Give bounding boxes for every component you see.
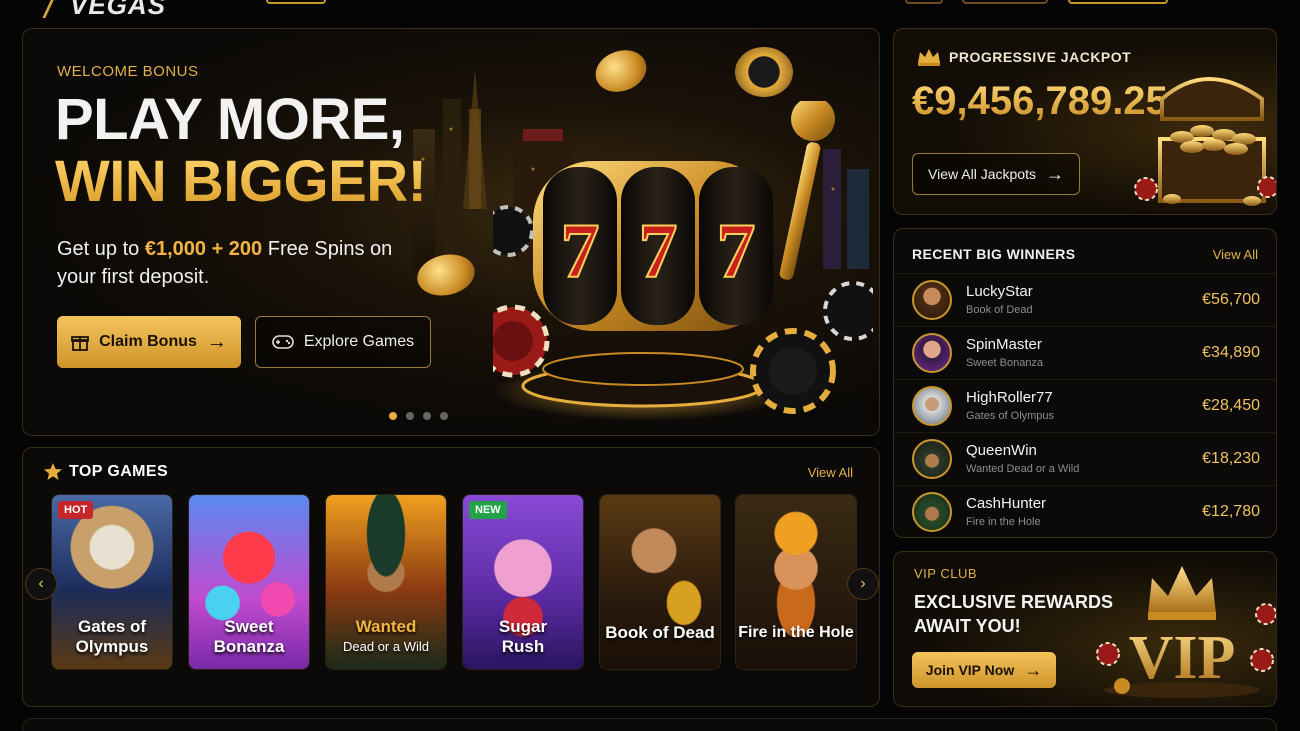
progressive-jackpot-panel: PROGRESSIVE JACKPOT €9,456,789.25 View A… [893, 28, 1277, 215]
game-card[interactable]: Wanted Dead or a Wild [325, 494, 447, 670]
login-button[interactable] [962, 0, 1048, 4]
avatar [912, 333, 952, 373]
winner-row[interactable]: HighRoller77 Gates of Olympus €28,450 [894, 379, 1276, 432]
header-icon-button[interactable] [905, 0, 943, 4]
winner-game: Sweet Bonanza [966, 357, 1044, 369]
game-title: Gates of Olympus [75, 617, 149, 656]
winners-title: RECENT BIG WINNERS [912, 246, 1076, 262]
game-card[interactable]: Sweet Bonanza [188, 494, 310, 670]
game-card[interactable]: HOT Gates of Olympus [51, 494, 173, 670]
crown-icon [918, 49, 940, 66]
carousel-dot[interactable] [423, 412, 431, 420]
hero-banner: 7 7 7 WELCOME BONUS PLAY MORE, WIN BIGGE… [22, 28, 880, 436]
carousel-next-button[interactable]: › [847, 568, 879, 600]
winner-row[interactable]: CashHunter Fire in the Hole €12,780 [894, 485, 1276, 537]
logo-mark-icon [29, 0, 55, 18]
winner-game: Fire in the Hole [966, 516, 1041, 528]
winner-amount: €56,700 [1202, 291, 1260, 308]
hero-subtitle: Get up to €1,000 + 200 Free Spins on you… [57, 238, 393, 288]
signup-button[interactable] [1068, 0, 1168, 4]
new-badge: NEW [469, 501, 507, 519]
carousel-dots [389, 412, 448, 420]
winner-game: Gates of Olympus [966, 410, 1055, 422]
hot-badge: HOT [58, 501, 94, 519]
chevron-right-icon: › [860, 575, 866, 592]
carousel-dot[interactable] [440, 412, 448, 420]
winner-game: Wanted Dead or a Wild [966, 463, 1080, 475]
arrow-right-icon: → [1045, 163, 1064, 184]
vip-kicker: VIP CLUB [914, 566, 978, 581]
game-card[interactable]: Fire in the Hole [735, 494, 857, 670]
reel-symbol-2: 7 [639, 207, 678, 294]
gift-icon [71, 336, 89, 351]
arrow-right-icon: → [1024, 659, 1043, 680]
winner-name: LuckyStar [966, 283, 1033, 300]
winners-list: LuckyStar Book of Dead €56,700 SpinMaste… [894, 273, 1276, 537]
join-vip-button[interactable]: Join VIP Now → [912, 652, 1056, 688]
winner-game: Book of Dead [966, 304, 1033, 316]
star-icon [44, 463, 62, 480]
winner-name: CashHunter [966, 495, 1047, 512]
carousel-dot[interactable] [389, 412, 397, 420]
winner-row[interactable]: SpinMaster Sweet Bonanza €34,890 [894, 326, 1276, 379]
jackpot-title: PROGRESSIVE JACKPOT [949, 49, 1132, 65]
game-title: Sugar Rush [498, 617, 548, 656]
game-card[interactable]: NEW Sugar Rush [462, 494, 584, 670]
game-title: Wanted Dead or a Wild [343, 617, 429, 654]
avatar [912, 280, 952, 320]
game-title: Sweet Bonanza [213, 617, 285, 656]
hero-headline-2: WIN BIGGER! [55, 149, 427, 214]
winner-row[interactable]: LuckyStar Book of Dead €56,700 [894, 273, 1276, 326]
top-games-panel: TOP GAMES View All HOT Gates of Olympus … [22, 447, 880, 707]
game-title: Fire in the Hole [738, 624, 854, 641]
avatar [912, 386, 952, 426]
hero-headline-1: PLAY MORE, [55, 87, 405, 152]
coin-icon [735, 47, 793, 97]
winner-amount: €18,230 [1202, 450, 1260, 467]
claim-bonus-button[interactable]: Claim Bonus → [57, 316, 241, 368]
winner-name: HighRoller77 [966, 389, 1053, 406]
winners-view-all-link[interactable]: View All [1213, 247, 1258, 262]
winner-amount: €34,890 [1202, 344, 1260, 361]
carousel-dot[interactable] [406, 412, 414, 420]
arrow-right-icon: → [206, 330, 227, 353]
games-view-all-link[interactable]: View All [808, 465, 853, 480]
winner-name: SpinMaster [966, 336, 1042, 353]
top-header: VEGAS [0, 0, 1300, 22]
recent-winners-panel: RECENT BIG WINNERS View All LuckyStar Bo… [893, 228, 1277, 538]
hero-kicker: WELCOME BONUS [57, 63, 199, 80]
winner-amount: €12,780 [1202, 503, 1260, 520]
top-games-title: TOP GAMES [69, 463, 169, 480]
avatar [912, 439, 952, 479]
gamepad-icon [272, 335, 294, 349]
vip-headline: EXCLUSIVE REWARDS AWAIT YOU! [914, 592, 1114, 636]
view-all-jackpots-button[interactable]: View All Jackpots → [912, 153, 1080, 195]
explore-games-button[interactable]: Explore Games [255, 316, 431, 368]
avatar [912, 492, 952, 532]
reel-symbol-3: 7 [717, 207, 756, 294]
site-logo[interactable]: VEGAS [70, 0, 166, 21]
winner-amount: €28,450 [1202, 397, 1260, 414]
vip-crown-image: VIP [1096, 566, 1276, 698]
slot-machine-image: 7 7 7 [493, 101, 873, 421]
vip-art-text: VIP [1129, 624, 1236, 692]
game-card[interactable]: Book of Dead [599, 494, 721, 670]
chevron-left-icon: ‹ [38, 575, 44, 592]
vip-club-panel: VIP CLUB EXCLUSIVE REWARDS AWAIT YOU! Jo… [893, 551, 1277, 707]
winner-row[interactable]: QueenWin Wanted Dead or a Wild €18,230 [894, 432, 1276, 485]
bonus-amount: €1,000 + 200 [144, 238, 263, 260]
reel-symbol-1: 7 [561, 207, 600, 294]
next-section-strip [22, 718, 1277, 731]
game-title: Book of Dead [605, 623, 715, 642]
nav-tab-active[interactable] [266, 0, 326, 4]
winner-name: QueenWin [966, 442, 1037, 459]
jackpot-amount: €9,456,789.25 [912, 79, 1168, 123]
treasure-chest-image [1134, 77, 1276, 206]
carousel-prev-button[interactable]: ‹ [25, 568, 57, 600]
